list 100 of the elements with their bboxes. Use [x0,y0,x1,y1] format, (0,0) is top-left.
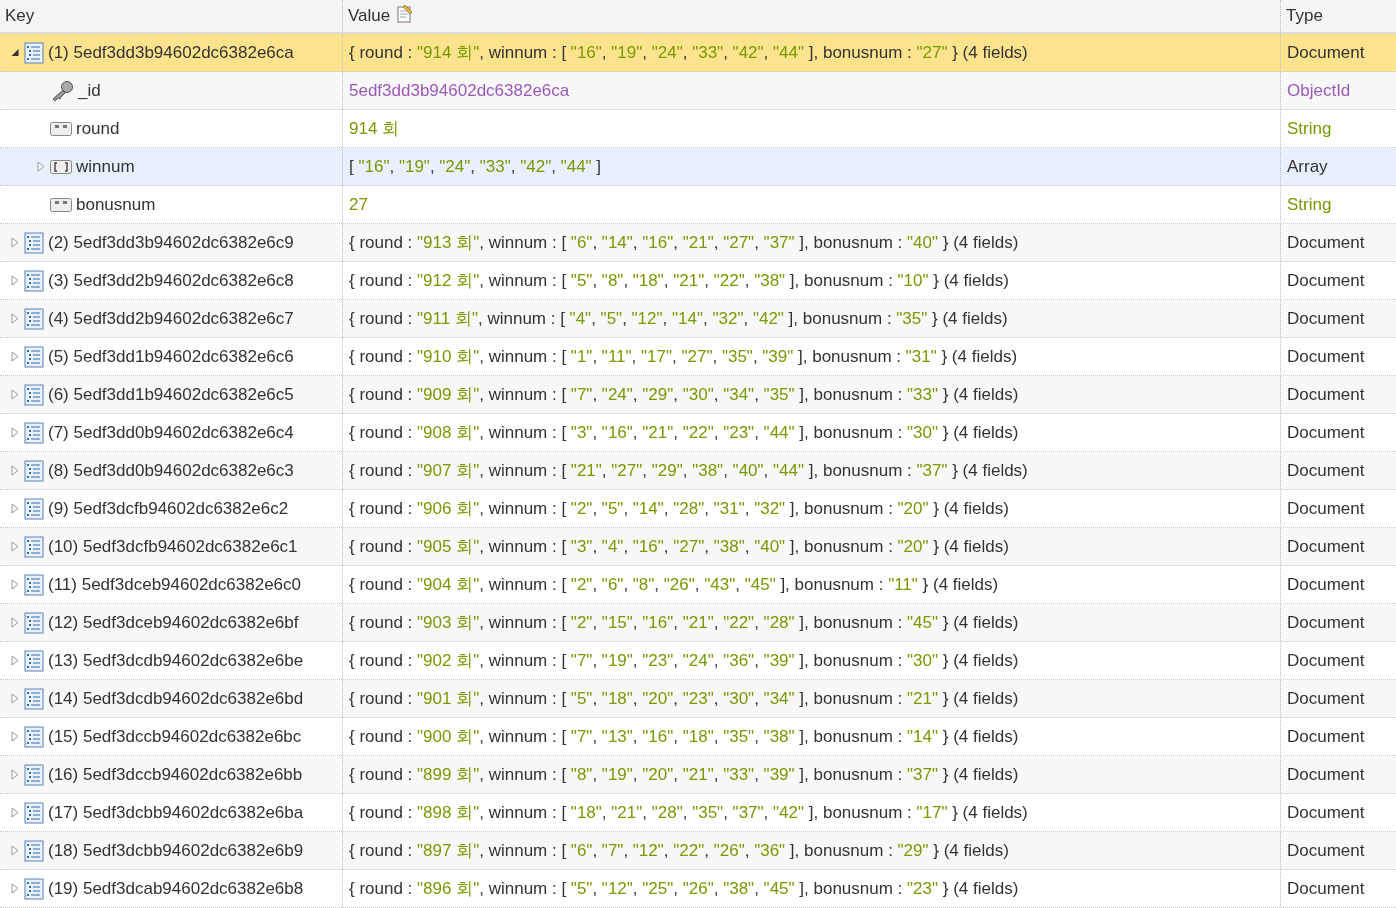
key-text: _id [78,80,101,101]
key-text: (11) 5edf3dceb94602dc6382e6c0 [48,574,301,595]
expand-arrow-icon[interactable] [10,807,20,818]
key-text: (16) 5edf3dccb94602dc6382e6bb [48,764,303,785]
expand-arrow-icon[interactable] [10,845,20,856]
quotes-icon [50,121,72,136]
expand-arrow-icon[interactable] [36,161,46,172]
document-icon [24,687,44,710]
type-text: Document [1287,688,1365,709]
type-text: Document [1287,726,1365,747]
type-text: Document [1287,42,1365,63]
key-text: (9) 5edf3dcfb94602dc6382e6c2 [48,498,289,519]
expand-arrow-icon[interactable] [10,237,20,248]
key-text: (3) 5edf3dd2b94602dc6382e6c8 [48,270,294,291]
key-text: bonusnum [76,194,156,215]
value-text: { round : "908 회", winnum : [ "3", "16", "21", "22", "23", "44" ], bonusnum : "30" } (4 fields) [349,422,1019,444]
document-icon [24,573,44,596]
document-icon [24,725,44,748]
type-text: Document [1287,346,1365,367]
document-icon [24,421,44,444]
document-icon [24,41,44,64]
key-text: (14) 5edf3dcdb94602dc6382e6bd [48,688,304,709]
type-text: Document [1287,308,1365,329]
document-icon [24,307,44,330]
type-text: Array [1287,156,1328,177]
key-text: (8) 5edf3dd0b94602dc6382e6c3 [48,460,294,481]
expand-arrow-icon[interactable] [10,883,20,894]
expand-arrow-icon[interactable] [10,389,20,400]
type-text: Document [1287,232,1365,253]
expand-arrow-icon[interactable] [10,503,20,514]
document-icon [24,763,44,786]
quotes-icon [50,197,72,212]
brackets-icon [50,159,72,174]
key-text: (13) 5edf3dcdb94602dc6382e6be [48,650,304,671]
type-text: Document [1287,498,1365,519]
expand-arrow-icon[interactable] [10,351,20,362]
type-text: Document [1287,384,1365,405]
document-icon [24,649,44,672]
document-icon [24,839,44,862]
document-icon [24,877,44,900]
expand-arrow-icon[interactable] [10,579,20,590]
expand-arrow-icon[interactable] [10,769,20,780]
value-text: { round : "901 회", winnum : [ "5", "18", "20", "23", "30", "34" ], bonusnum : "21" } (4 fields) [349,688,1019,710]
type-text: Document [1287,802,1365,823]
value-text: { round : "913 회", winnum : [ "6", "14", "16", "21", "27", "37" ], bonusnum : "40" } (4 fields) [349,232,1019,254]
value-text: { round : "898 회", winnum : [ "18", "21", "28", "35", "37", "42" ], bonusnum : "17" } (4 fields) [349,802,1028,824]
column-header[interactable]: Type [1286,6,1323,26]
document-icon [24,801,44,824]
value-text: { round : "914 회", winnum : [ "16", "19", "24", "33", "42", "44" ], bonusnum : "27" } (4 fields) [349,42,1028,64]
expand-arrow-icon[interactable] [10,731,20,742]
type-text: Document [1287,840,1365,861]
key-text: (2) 5edf3dd3b94602dc6382e6c9 [48,232,294,253]
expand-arrow-icon[interactable] [10,275,20,286]
expand-arrow-icon[interactable] [10,617,20,628]
value-text: { round : "904 회", winnum : [ "2", "6", "8", "26", "43", "45" ], bonusnum : "11" } (4 fields) [349,574,999,596]
type-text: Document [1287,878,1365,899]
document-icon [24,497,44,520]
expand-arrow-icon[interactable] [10,541,20,552]
column-header[interactable]: Value [348,6,391,26]
expand-arrow-icon[interactable] [10,313,20,324]
value-text: { round : "911 회", winnum : [ "4", "5", "12", "14", "32", "42" ], bonusnum : "35" } (4 fields) [349,308,1008,330]
expand-arrow-icon[interactable] [10,655,20,666]
expand-arrow-icon[interactable] [10,465,20,476]
key-text: (6) 5edf3dd1b94602dc6382e6c5 [48,384,294,405]
key-text: (15) 5edf3dccb94602dc6382e6bc [48,726,302,747]
value-text: { round : "899 회", winnum : [ "8", "19", "20", "21", "33", "39" ], bonusnum : "37" } (4 fields) [349,764,1019,786]
type-text: Document [1287,612,1365,633]
value-text: { round : "896 회", winnum : [ "5", "12", "25", "26", "38", "45" ], bonusnum : "23" } (4 fields) [349,878,1019,900]
value-text: { round : "912 회", winnum : [ "5", "8", "18", "21", "22", "38" ], bonusnum : "10" } (4 fields) [349,270,1009,292]
key-text: (1) 5edf3dd3b94602dc6382e6ca [48,42,294,63]
document-icon [24,611,44,634]
key-text: round [76,118,120,139]
type-text: Document [1287,536,1365,557]
expand-arrow-icon[interactable] [10,693,20,704]
document-icon [24,535,44,558]
collapse-arrow-icon[interactable] [10,48,20,57]
type-text: Document [1287,422,1365,443]
type-text: Document [1287,764,1365,785]
value-text: { round : "905 회", winnum : [ "3", "4", "16", "27", "38", "40" ], bonusnum : "20" } (4 fields) [349,536,1009,558]
key-text: (18) 5edf3dcbb94602dc6382e6b9 [48,840,304,861]
type-text: Document [1287,574,1365,595]
key-text: (17) 5edf3dcbb94602dc6382e6ba [48,802,304,823]
type-text: Document [1287,650,1365,671]
column-header[interactable]: Key [5,6,35,26]
document-icon [24,383,44,406]
key-text: (10) 5edf3dcfb94602dc6382e6c1 [48,536,298,557]
value-text: { round : "909 회", winnum : [ "7", "24", "29", "30", "34", "35" ], bonusnum : "33" } (4 fields) [349,384,1019,406]
expand-arrow-icon[interactable] [10,427,20,438]
document-icon [24,345,44,368]
value-text: { round : "900 회", winnum : [ "7", "13", "16", "18", "35", "38" ], bonusnum : "14" } (4 fields) [349,726,1019,748]
document-icon [24,231,44,254]
value-text: { round : "903 회", winnum : [ "2", "15", "16", "21", "22", "28" ], bonusnum : "45" } (4 fields) [349,612,1019,634]
document-icon [24,269,44,292]
value-text: { round : "902 회", winnum : [ "7", "19", "23", "24", "36", "39" ], bonusnum : "30" } (4 fields) [349,650,1019,672]
key-text: (7) 5edf3dd0b94602dc6382e6c4 [48,422,294,443]
key-text: (5) 5edf3dd1b94602dc6382e6c6 [48,346,294,367]
key-text: (19) 5edf3dcab94602dc6382e6b8 [48,878,304,899]
type-text: Document [1287,460,1365,481]
key-text: (12) 5edf3dceb94602dc6382e6bf [48,612,299,633]
key-text: winnum [76,156,135,177]
